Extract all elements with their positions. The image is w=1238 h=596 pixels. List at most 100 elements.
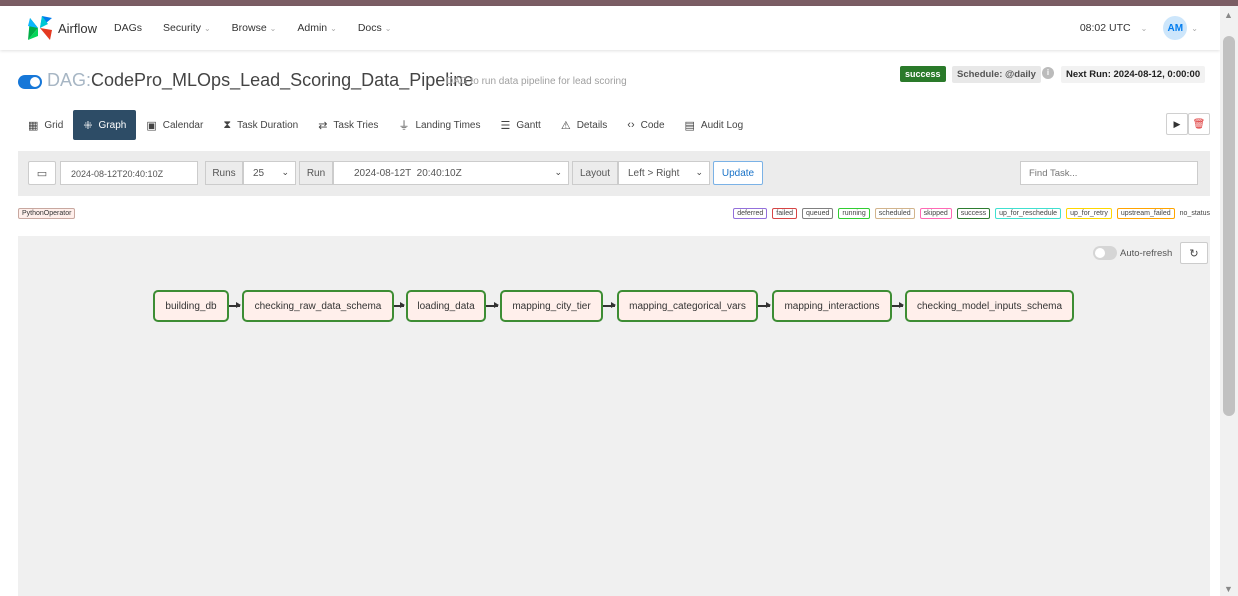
- dag-graph-canvas[interactable]: Auto-refresh ↻ building_db checking_raw_d…: [18, 236, 1210, 596]
- find-task-input[interactable]: [1020, 161, 1198, 185]
- legend-state-upstream-failed[interactable]: upstream_failed: [1116, 208, 1175, 219]
- tab-grid[interactable]: ▦ Grid: [18, 110, 73, 140]
- view-tabs: ▦ Grid ⁜ Graph ▣ Calendar ⧗ Task Duration ⇄ T…: [18, 110, 1210, 140]
- legend-state-success[interactable]: success: [956, 208, 991, 219]
- task-node-mapping-interactions[interactable]: mapping_interactions: [772, 290, 892, 322]
- scroll-up-icon[interactable]: ▲: [1224, 10, 1233, 20]
- tab-task-duration[interactable]: ⧗ Task Duration: [213, 110, 308, 140]
- nav-docs[interactable]: Docs ⌄: [358, 22, 392, 34]
- page-scrollbar[interactable]: ▲ ▼: [1220, 6, 1238, 596]
- file-icon: ▤: [684, 119, 695, 132]
- task-edge: [758, 302, 771, 308]
- auto-refresh-control[interactable]: Auto-refresh: [1093, 246, 1172, 260]
- code-icon: ‹›: [627, 119, 635, 131]
- nav-security-label: Security: [163, 22, 201, 34]
- user-avatar[interactable]: AM: [1163, 16, 1188, 40]
- calendar-icon: ▣: [146, 119, 157, 132]
- task-node-checking-model-inputs-schema[interactable]: checking_model_inputs_schema: [905, 290, 1074, 322]
- nav-admin[interactable]: Admin ⌄: [297, 22, 336, 34]
- legend-state-skipped[interactable]: skipped: [919, 208, 952, 219]
- task-node-mapping-city-tier[interactable]: mapping_city_tier: [500, 290, 603, 322]
- tab-calendar-label: Calendar: [162, 119, 204, 131]
- dag-prefix: DAG:: [47, 70, 92, 90]
- brand-link[interactable]: Airflow: [26, 14, 114, 42]
- chevron-down-icon: ⌄: [384, 23, 392, 33]
- nav-docs-label: Docs: [357, 22, 382, 34]
- legend-state-deferred[interactable]: deferred: [733, 208, 768, 219]
- dag-title: CodePro_MLOps_Lead_Scoring_Data_Pipeline: [91, 70, 474, 90]
- tab-landing-times[interactable]: ⏚ Landing Times: [388, 110, 490, 140]
- play-icon: ▶: [1173, 118, 1181, 129]
- tab-calendar[interactable]: ▣ Calendar: [136, 110, 213, 140]
- refresh-button[interactable]: ↻: [1180, 242, 1208, 264]
- task-edge: [892, 302, 904, 308]
- chevron-down-icon: ⌄: [1191, 23, 1198, 33]
- scrollbar-thumb[interactable]: [1223, 36, 1235, 416]
- landing-icon: ⏚: [398, 120, 410, 132]
- run-select-value: 2024-08-12T 20:40:10Z: [354, 167, 462, 179]
- legend-state-up-for-reschedule[interactable]: up_for_reschedule: [995, 208, 1062, 219]
- hourglass-icon: ⧗: [223, 118, 232, 131]
- trash-icon: 🗑: [1192, 118, 1206, 130]
- runs-label: Runs: [205, 161, 243, 185]
- schedule-badge: Schedule: @daily: [952, 66, 1041, 83]
- state-legend: deferred failed queued running scheduled skip…: [728, 208, 1210, 219]
- info-icon[interactable]: i: [1042, 67, 1054, 79]
- tab-graph-label: Graph: [98, 119, 127, 131]
- task-node-checking-raw-data-schema[interactable]: checking_raw_data_schema: [242, 290, 394, 322]
- nav-dags[interactable]: DAGs: [114, 22, 142, 34]
- legend-state-running[interactable]: running: [838, 208, 870, 219]
- tab-gantt-label: Gantt: [516, 119, 541, 131]
- date-picker-button[interactable]: ▭: [28, 161, 56, 185]
- layout-select[interactable]: Left > Right ⌄: [618, 161, 710, 185]
- legend-state-no-status[interactable]: no_status: [1179, 209, 1210, 218]
- task-node-mapping-categorical-vars[interactable]: mapping_categorical_vars: [617, 290, 758, 322]
- utc-clock[interactable]: 08:02 UTC: [1080, 22, 1131, 34]
- tab-audit-log[interactable]: ▤ Audit Log: [675, 110, 754, 140]
- chevron-down-icon: ⌄: [281, 167, 289, 177]
- tab-code-label: Code: [640, 119, 665, 131]
- refresh-icon: ↻: [1189, 247, 1199, 260]
- dag-description: DAG to run data pipeline for lead scorin…: [446, 76, 627, 87]
- chevron-down-icon: ⌄: [695, 167, 703, 177]
- task-edge: [229, 302, 241, 308]
- task-edge: [486, 302, 499, 308]
- task-node-loading-data[interactable]: loading_data: [406, 290, 486, 322]
- nav-dags-label: DAGs: [114, 22, 143, 34]
- dag-status-badge: success: [900, 66, 946, 82]
- runs-select-value: 25: [253, 167, 265, 179]
- tab-details[interactable]: ⚠ Details: [551, 110, 617, 140]
- legend-state-queued[interactable]: queued: [802, 208, 834, 219]
- tab-graph[interactable]: ⁜ Graph: [73, 110, 137, 140]
- airflow-logo-icon: [28, 16, 52, 40]
- base-date-input[interactable]: 2024-08-12T20:40:10Z: [60, 161, 198, 185]
- next-run-badge: Next Run: 2024-08-12, 0:00:00: [1061, 66, 1206, 83]
- nav-browse-label: Browse: [231, 22, 267, 34]
- delete-dag-button[interactable]: 🗑: [1188, 113, 1210, 135]
- trigger-dag-button[interactable]: ▶: [1166, 113, 1188, 135]
- operator-badge[interactable]: PythonOperator: [18, 208, 76, 219]
- scroll-down-icon[interactable]: ▼: [1224, 584, 1233, 594]
- legend-state-scheduled[interactable]: scheduled: [874, 208, 915, 219]
- runs-select[interactable]: 25 ⌄: [243, 161, 296, 185]
- graph-icon: ⁜: [83, 119, 93, 132]
- nav-browse[interactable]: Browse ⌄: [232, 22, 277, 34]
- calendar-icon: ▭: [36, 167, 48, 180]
- task-node-building-db[interactable]: building_db: [153, 290, 229, 322]
- nav-security[interactable]: Security ⌄: [163, 22, 211, 34]
- run-label: Run: [299, 161, 333, 185]
- auto-refresh-toggle[interactable]: [1093, 246, 1117, 260]
- tab-gantt[interactable]: ☰ Gantt: [490, 110, 550, 140]
- legend-state-failed[interactable]: failed: [772, 208, 797, 219]
- legend-state-up-for-retry[interactable]: up_for_retry: [1066, 208, 1112, 219]
- run-select[interactable]: 2024-08-12T 20:40:10Z ⌄: [333, 161, 569, 185]
- tab-code[interactable]: ‹› Code: [617, 110, 674, 140]
- swap-icon: ⇄: [318, 119, 328, 132]
- dag-pause-toggle[interactable]: [18, 75, 42, 89]
- tab-grid-label: Grid: [44, 119, 64, 131]
- update-button[interactable]: Update: [713, 161, 763, 185]
- chevron-down-icon: ⌄: [269, 23, 277, 33]
- tab-task-tries[interactable]: ⇄ Task Tries: [308, 110, 388, 140]
- tab-task-tries-label: Task Tries: [333, 119, 379, 131]
- tab-audit-log-label: Audit Log: [700, 119, 744, 131]
